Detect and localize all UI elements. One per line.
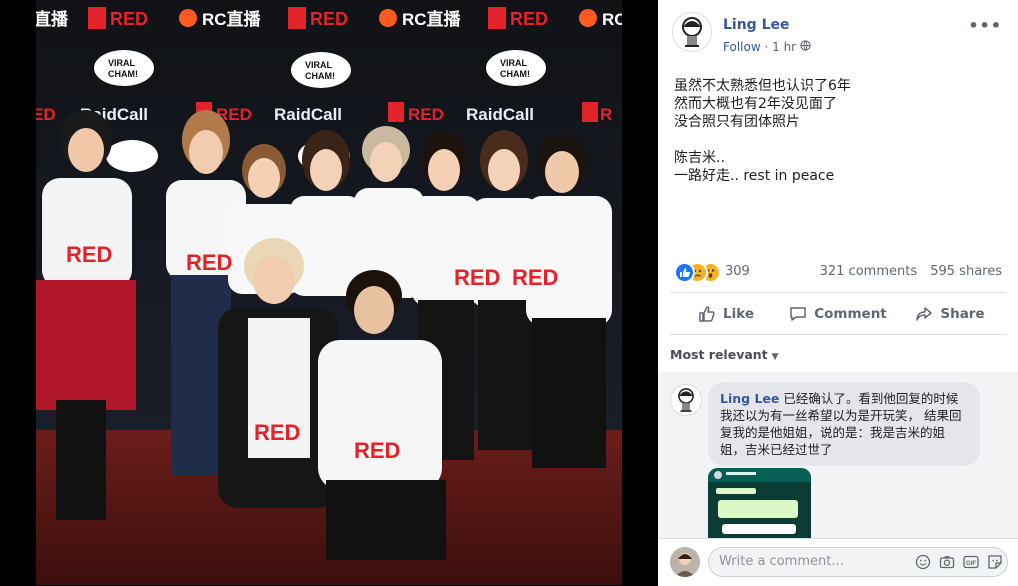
svg-text:RED: RED	[510, 9, 548, 29]
comment-button[interactable]: Comment	[782, 297, 894, 331]
more-options-button[interactable]: •••	[968, 16, 1002, 35]
caret-down-icon: ▼	[771, 352, 779, 362]
engagement-counts: 321 comments 595 shares	[820, 264, 1002, 279]
post-text: 虽然不太熟悉但也认识了6年 然而大概也有2年没见面了 没合照只有团体照片 陈吉米…	[674, 77, 851, 185]
svg-text:CHAM!: CHAM!	[500, 69, 530, 79]
svg-text:RED: RED	[186, 250, 232, 275]
svg-text:直播: 直播	[36, 9, 69, 29]
svg-text:RED: RED	[310, 9, 348, 29]
backdrop-logo-red: RED	[110, 9, 148, 29]
divider	[670, 334, 1006, 335]
svg-text:RC直播: RC直播	[402, 9, 462, 29]
share-icon	[916, 307, 933, 321]
svg-text:RED: RED	[408, 105, 444, 124]
follow-link[interactable]: Follow	[723, 40, 761, 54]
group-photo: RED RED RED RC直播 RC直播 RC 直播 VIRALCHAM! V…	[36, 0, 622, 585]
svg-text:RaidCall: RaidCall	[274, 105, 342, 124]
share-label: Share	[940, 306, 985, 322]
globe-icon	[800, 40, 811, 54]
sticker-icon[interactable]	[986, 553, 1004, 571]
composer-tools: GIF	[914, 553, 1004, 571]
svg-text:VIRAL: VIRAL	[305, 60, 333, 70]
svg-text:GIF: GIF	[966, 561, 976, 567]
photo-viewer: RED RED RED RC直播 RC直播 RC 直播 VIRAL CHAM! V…	[0, 0, 658, 585]
divider	[670, 292, 1006, 293]
post-line: 一路好走.. rest in peace	[674, 168, 835, 184]
reactions-bar: 309 321 comments 595 shares	[674, 260, 1002, 284]
comment-attachment-image[interactable]	[708, 468, 811, 538]
post-meta: Follow · 1 hr	[723, 40, 811, 54]
author-name[interactable]: Ling Lee	[723, 17, 790, 33]
meta-separator: ·	[764, 40, 769, 54]
avatar-drawing-icon	[682, 17, 702, 47]
comment-placeholder: Write a comment...	[719, 554, 844, 569]
post-actions: Like Comment Share	[670, 297, 1006, 331]
svg-text:RC直播: RC直播	[202, 9, 262, 29]
avatar-drawing-icon	[678, 388, 694, 412]
comments-list: Ling Lee 已经确认了。看到他回复的时候我还以为有一丝希望以为是开玩笑， 结…	[658, 372, 1018, 538]
shares-count[interactable]: 595 shares	[930, 264, 1002, 279]
post-line: 陈吉米..	[674, 150, 725, 166]
svg-text:R: R	[600, 105, 612, 124]
svg-text:RED: RED	[454, 265, 500, 290]
comment-icon	[790, 307, 806, 321]
post-photo[interactable]: RED RED RED RC直播 RC直播 RC 直播 VIRAL CHAM! V…	[36, 0, 622, 585]
svg-text:RED: RED	[354, 438, 400, 463]
post-header: Ling Lee Follow · 1 hr •••	[672, 12, 1008, 60]
post-sidebar: Ling Lee Follow · 1 hr ••• 虽然不太熟悉但也认识了6年…	[658, 0, 1018, 586]
like-label: Like	[722, 306, 754, 322]
comment-composer: Write a comment... GIF	[658, 538, 1018, 586]
svg-text:VIRAL: VIRAL	[500, 58, 528, 68]
post-line: 没合照只有团体照片	[674, 114, 800, 130]
author-avatar[interactable]	[672, 12, 712, 52]
share-button[interactable]: Share	[894, 297, 1006, 331]
svg-text:CHAM!: CHAM!	[305, 71, 335, 81]
gif-icon[interactable]: GIF	[962, 553, 980, 571]
svg-text:CHAM!: CHAM!	[108, 69, 138, 79]
svg-text:VIRAL: VIRAL	[108, 58, 136, 68]
comment-label: Comment	[814, 306, 887, 322]
svg-text:RED: RED	[254, 420, 300, 445]
camera-icon[interactable]	[938, 553, 956, 571]
post-time[interactable]: 1 hr	[772, 40, 796, 54]
viewer-avatar	[670, 547, 700, 577]
svg-text:RaidCall: RaidCall	[466, 105, 534, 124]
sort-label: Most relevant	[670, 347, 768, 362]
post-line: 然而大概也有2年没见面了	[674, 96, 837, 112]
post-line: 虽然不太熟悉但也认识了6年	[674, 78, 851, 94]
commenter-name[interactable]: Ling Lee	[720, 391, 779, 406]
comment-sort-dropdown[interactable]: Most relevant ▼	[670, 347, 779, 362]
thumbs-up-icon	[699, 306, 715, 322]
svg-text:ED: ED	[36, 105, 56, 124]
commenter-avatar[interactable]	[670, 384, 702, 416]
svg-text:RED: RED	[512, 265, 558, 290]
comment-bubble: Ling Lee 已经确认了。看到他回复的时候我还以为有一丝希望以为是开玩笑， 结…	[708, 382, 980, 466]
emoji-icon[interactable]	[914, 553, 932, 571]
svg-text:RED: RED	[66, 242, 112, 267]
chat-screenshot	[708, 468, 811, 538]
reaction-count[interactable]: 309	[725, 264, 750, 279]
svg-text:RC: RC	[602, 10, 622, 29]
like-button[interactable]: Like	[670, 297, 782, 331]
like-icon	[674, 262, 695, 283]
reaction-icons[interactable]	[674, 262, 722, 283]
comments-count[interactable]: 321 comments	[820, 264, 917, 279]
